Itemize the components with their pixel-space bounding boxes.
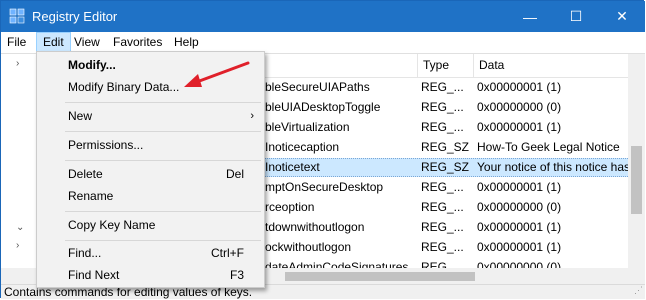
value-data: 0x00000001 (1) — [477, 220, 562, 234]
menu-bar: File Edit View Favorites Help — [1, 32, 645, 53]
annotation-arrow-icon — [184, 61, 250, 87]
value-type: REG_... — [421, 240, 464, 254]
table-row[interactable]: Inoticetext REG_SZ Your notice of this not… — [263, 158, 628, 177]
resize-grip-icon[interactable]: ⋰ — [634, 283, 643, 298]
table-row[interactable]: rceoption REG_... 0x00000000 (0) — [263, 198, 628, 217]
menu-favorites[interactable]: Favorites — [107, 32, 168, 53]
value-data: 0x00000001 (1) — [477, 80, 562, 94]
menu-item-label: Rename — [68, 189, 114, 203]
menu-separator — [65, 131, 261, 132]
menu-item-label: Modify Binary Data... — [68, 80, 180, 94]
value-type: REG_... — [421, 80, 464, 94]
menu-item-find-next[interactable]: Find Next F3 — [37, 264, 264, 286]
value-type: REG_... — [421, 200, 464, 214]
tree-expand-icon[interactable]: › — [16, 240, 19, 251]
menu-item-label: Modify... — [68, 58, 116, 72]
table-row[interactable]: mptOnSecureDesktop REG_... 0x00000001 (1) — [263, 178, 628, 197]
value-name: mptOnSecureDesktop — [265, 180, 384, 194]
title-bar[interactable]: Registry Editor — ☐ ✕ — [1, 1, 645, 32]
close-button[interactable]: ✕ — [599, 1, 645, 32]
value-type: REG_SZ — [421, 140, 470, 154]
menu-item-new[interactable]: New › — [37, 105, 264, 127]
horizontal-scroll-thumb[interactable] — [285, 272, 475, 281]
value-type: REG_SZ — [421, 160, 470, 174]
menu-item-label: Copy Key Name — [68, 218, 156, 232]
chevron-right-icon: › — [250, 110, 254, 122]
value-name: bleUIADesktopToggle — [265, 100, 381, 114]
minimize-icon: — — [523, 8, 537, 25]
menu-separator — [65, 211, 261, 212]
maximize-icon: ☐ — [569, 8, 583, 24]
menu-file[interactable]: File — [1, 32, 32, 53]
menu-item-label: Permissions... — [68, 138, 144, 152]
vertical-scroll-thumb[interactable] — [631, 146, 642, 214]
menu-item-label: Find Next — [68, 268, 120, 282]
column-name-header[interactable] — [263, 54, 417, 77]
value-data: How-To Geek Legal Notice — [477, 140, 620, 154]
close-icon: ✕ — [616, 8, 628, 24]
menu-item-rename[interactable]: Rename — [37, 185, 264, 207]
value-type: REG_... — [421, 220, 464, 234]
menu-item-copy-key-name[interactable]: Copy Key Name — [37, 214, 264, 236]
menu-separator — [65, 102, 261, 103]
shortcut-label: F3 — [229, 268, 244, 282]
table-row[interactable]: tdownwithoutlogon REG_... 0x00000001 (1) — [263, 218, 628, 237]
shortcut-label: Ctrl+F — [211, 246, 244, 260]
menu-item-label: Delete — [68, 167, 103, 181]
menu-item-find[interactable]: Find... Ctrl+F — [37, 242, 264, 264]
menu-view[interactable]: View — [68, 32, 106, 53]
menu-item-delete[interactable]: Delete Del — [37, 163, 264, 185]
value-data: 0x00000001 (1) — [477, 240, 562, 254]
table-row[interactable]: bleSecureUIAPaths REG_... 0x00000001 (1) — [263, 78, 628, 97]
value-data: 0x00000001 (1) — [477, 120, 562, 134]
value-type: REG_... — [421, 100, 464, 114]
menu-edit[interactable]: Edit — [36, 32, 71, 53]
value-name: bleSecureUIAPaths — [265, 80, 370, 94]
menu-separator — [65, 160, 261, 161]
maximize-button[interactable]: ☐ — [553, 1, 599, 32]
menu-item-label: Find... — [68, 246, 102, 260]
shortcut-label: Del — [225, 167, 244, 181]
menu-item-label: New — [68, 109, 93, 123]
tree-expand-icon[interactable]: › — [16, 58, 19, 69]
tree-collapse-icon[interactable]: ⌄ — [16, 222, 24, 233]
minimize-button[interactable]: — — [507, 1, 553, 32]
table-row[interactable]: bleVirtualization REG_... 0x00000001 (1) — [263, 118, 628, 137]
menu-help[interactable]: Help — [168, 32, 205, 53]
value-data: 0x00000000 (0) — [477, 200, 562, 214]
value-data: Your notice of this notice has — [477, 160, 628, 174]
value-name: Inoticecaption — [265, 140, 340, 154]
registry-editor-icon — [9, 8, 25, 24]
column-type-header[interactable]: Type — [417, 54, 473, 77]
value-data: 0x00000001 (1) — [477, 180, 562, 194]
window-title: Registry Editor — [32, 9, 118, 24]
value-name: Inoticetext — [265, 160, 320, 174]
value-data: 0x00000000 (0) — [477, 100, 562, 114]
menu-item-permissions[interactable]: Permissions... — [37, 134, 264, 156]
column-data-header[interactable]: Data — [473, 54, 628, 77]
values-list-pane: Type Data bleSecureUIAPaths REG_... 0x0000… — [263, 54, 645, 285]
list-horizontal-scrollbar[interactable] — [263, 268, 645, 285]
table-row[interactable]: bleUIADesktopToggle REG_... 0x00000000 (0) — [263, 98, 628, 117]
value-name: bleVirtualization — [265, 120, 350, 134]
value-name: ockwithoutlogon — [265, 240, 352, 254]
value-name: tdownwithoutlogon — [265, 220, 365, 234]
value-type: REG_... — [421, 120, 464, 134]
list-header: Type Data — [263, 54, 628, 78]
table-row[interactable]: ockwithoutlogon REG_... 0x00000001 (1) — [263, 238, 628, 257]
value-type: REG_... — [421, 180, 464, 194]
value-name: rceoption — [265, 200, 315, 214]
table-row[interactable]: Inoticecaption REG_SZ How-To Geek Legal No… — [263, 138, 628, 157]
vertical-scrollbar[interactable] — [628, 54, 645, 268]
menu-separator — [65, 240, 261, 241]
